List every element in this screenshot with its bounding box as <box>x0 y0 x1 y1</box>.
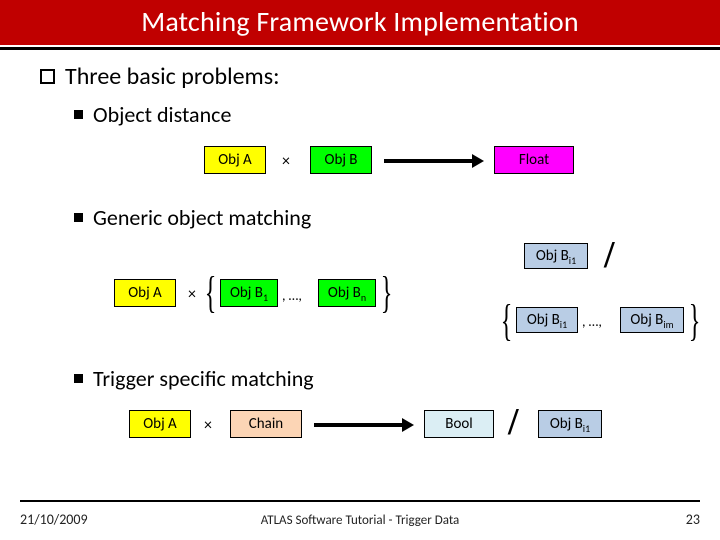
b1-label: Obj B <box>230 284 263 302</box>
brace-close-1: } <box>381 267 393 318</box>
sub-marker <box>74 213 83 222</box>
sub-marker <box>74 374 83 383</box>
sub-item-3: Trigger specific matching <box>74 365 690 392</box>
box-bim: Obj Bim <box>620 307 684 333</box>
footer-page: 23 <box>686 511 700 528</box>
footer-center: ATLAS Software Tutorial - Trigger Data <box>0 513 720 528</box>
title-band: Matching Framework Implementation <box>0 0 720 45</box>
box-obj-a: Obj A <box>204 146 266 174</box>
times-3: × <box>204 416 212 435</box>
arrow-2 <box>314 420 414 430</box>
sub-text-3: Trigger specific matching <box>93 365 314 392</box>
times-1: × <box>282 152 290 171</box>
times-2: × <box>188 285 196 304</box>
sub-text-1: Object distance <box>93 101 231 128</box>
bim-sub: im <box>663 318 673 331</box>
bn-label: Obj B <box>328 284 361 302</box>
box-bi-top: Obj Bi1 <box>524 243 588 269</box>
bullet-marker <box>40 69 55 84</box>
footer-rule <box>20 500 700 502</box>
sub-item-1: Object distance <box>74 101 690 128</box>
b1-sub: 1 <box>263 291 268 304</box>
box-chain: Chain <box>230 410 302 438</box>
title-rule <box>0 47 720 50</box>
ellipsis-2: , …, <box>582 313 602 330</box>
slash-2: / <box>508 400 519 444</box>
box-obj-a-3: Obj A <box>129 410 191 438</box>
arrow-1 <box>384 156 484 166</box>
bim-label: Obj B <box>630 311 663 329</box>
slash-1: / <box>604 233 615 277</box>
diagram-generic-matching: Obj Bi1 / Obj A × { Obj B1 , …, Obj Bn }… <box>104 243 690 343</box>
brace-open-2: { <box>501 295 513 346</box>
sub-marker <box>74 110 83 119</box>
box-obj-b1: Obj B1 <box>220 279 278 307</box>
content-area: Three basic problems: Object distance Ob… <box>40 62 690 454</box>
box-float: Float <box>494 146 574 174</box>
bullet-text: Three basic problems: <box>65 62 280 91</box>
box-obj-b: Obj B <box>310 146 372 174</box>
brace-open-1: { <box>205 267 217 318</box>
bn-sub: n <box>361 291 366 304</box>
sub-list: Object distance Obj A × Obj B Float Gene… <box>74 101 690 454</box>
brace-close-2: } <box>689 295 701 346</box>
bi3-label: Obj B <box>550 415 583 433</box>
box-bi1: Obj Bi1 <box>516 307 578 333</box>
slide-title: Matching Framework Implementation <box>141 4 579 39</box>
box-obj-a-2: Obj A <box>114 279 176 307</box>
bi-top-sub: i1 <box>569 254 576 267</box>
bi-top-label: Obj B <box>536 247 569 265</box>
box-obj-bn: Obj Bn <box>318 279 376 307</box>
bullet-row: Three basic problems: <box>40 62 690 91</box>
bi3-sub: i1 <box>583 422 590 435</box>
diagram-object-distance: Obj A × Obj B Float <box>134 140 690 186</box>
bi1-sub: i1 <box>560 318 567 331</box>
bi1-label: Obj B <box>527 311 560 329</box>
box-bi-3: Obj Bi1 <box>538 410 602 438</box>
sub-text-2: Generic object matching <box>93 204 311 231</box>
sub-item-2: Generic object matching <box>74 204 690 231</box>
diagram-trigger-matching: Obj A × Chain Bool / Obj Bi1 <box>104 404 690 454</box>
slide: Matching Framework Implementation Three … <box>0 0 720 540</box>
ellipsis-1: , …, <box>282 287 302 304</box>
box-bool: Bool <box>424 410 494 438</box>
